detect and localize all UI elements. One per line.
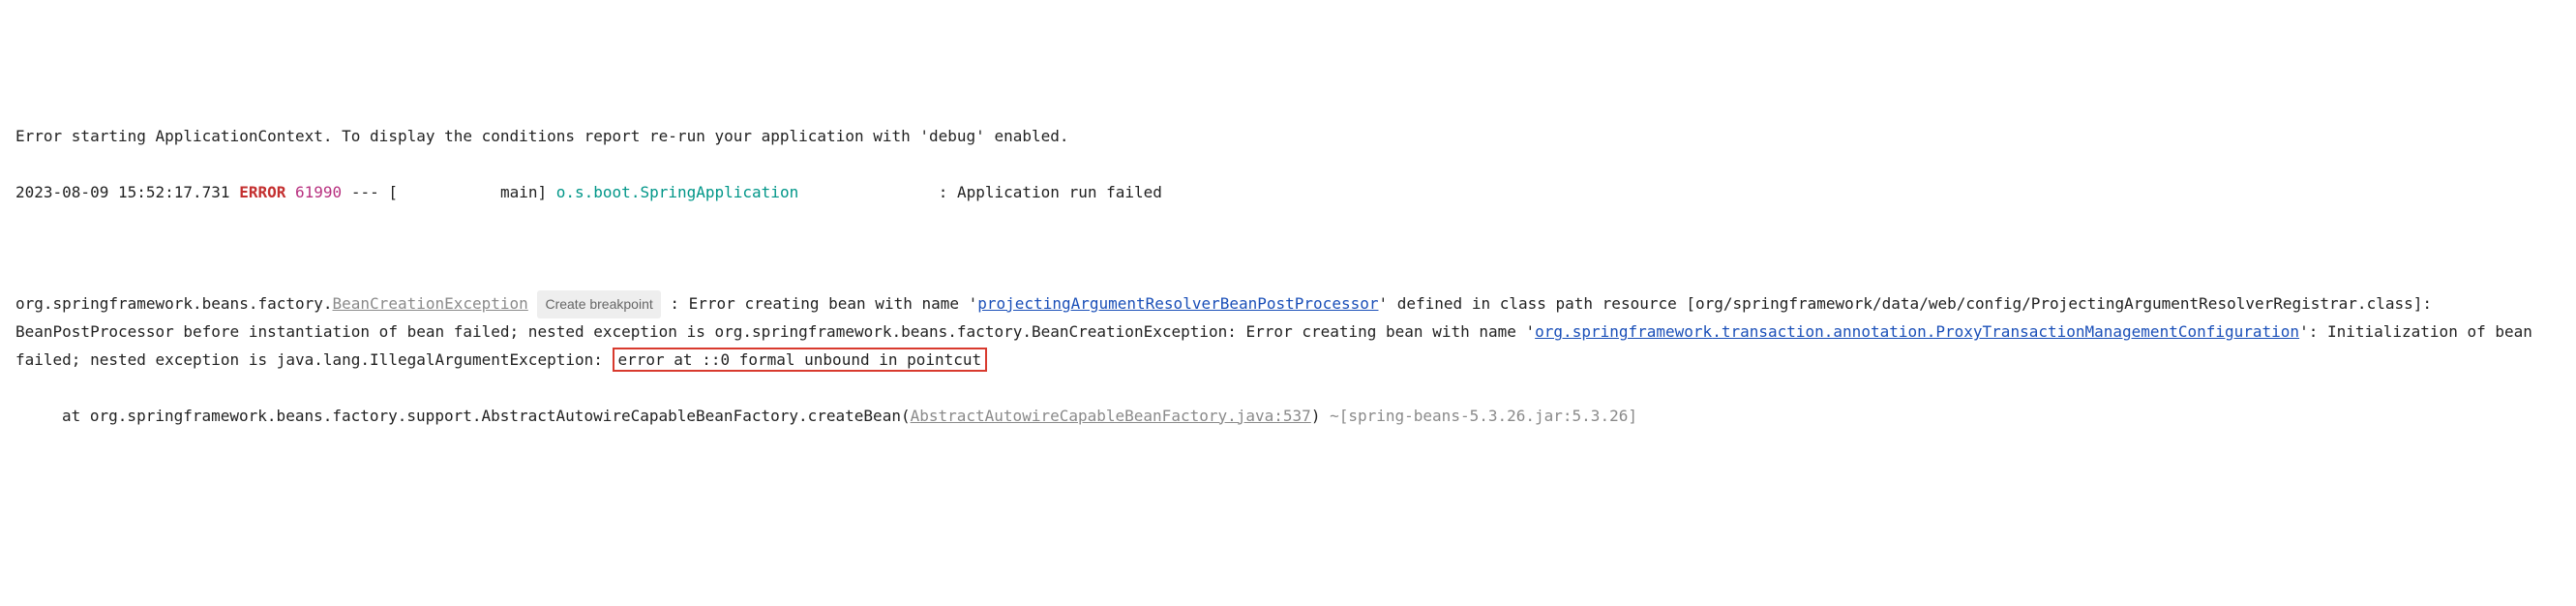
source-file-link[interactable]: AbstractAutowireCapableBeanFactory.java:… [911, 407, 1311, 425]
bean-link[interactable]: projectingArgumentResolverBeanPostProces… [977, 294, 1378, 313]
stack-prefix: org.springframework.beans.factory. [15, 294, 333, 313]
create-breakpoint-button[interactable]: Create breakpoint [537, 290, 660, 318]
console-at-line: at org.springframework.beans.factory.sup… [62, 403, 2561, 431]
log-thread-pre: --- [ main] [342, 183, 556, 201]
console-line-log: 2023-08-09 15:52:17.731 ERROR 61990 --- … [15, 179, 2561, 207]
log-logger: o.s.boot.SpringApplication [556, 183, 798, 201]
highlighted-error: error at ::0 formal unbound in pointcut [613, 348, 988, 372]
log-timestamp: 2023-08-09 15:52:17.731 [15, 183, 230, 201]
console-line-empty [15, 234, 2561, 262]
exception-link[interactable]: BeanCreationException [333, 294, 528, 313]
console-stacktrace: org.springframework.beans.factory.BeanCr… [15, 290, 2561, 375]
console-line-info: Error starting ApplicationContext. To di… [15, 123, 2561, 151]
stack-suffix1: : Error creating bean with name ' [661, 294, 978, 313]
jar-info: ~[spring-beans-5.3.26.jar:5.3.26] [1320, 407, 1637, 425]
nested-bean-link[interactable]: org.springframework.transaction.annotati… [1535, 322, 2299, 341]
log-pid: 61990 [295, 183, 342, 201]
log-pad [798, 183, 939, 201]
log-level: ERROR [239, 183, 285, 201]
at-suffix: ) [1311, 407, 1321, 425]
log-message: : Application run failed [939, 183, 1162, 201]
at-prefix: at org.springframework.beans.factory.sup… [62, 407, 911, 425]
